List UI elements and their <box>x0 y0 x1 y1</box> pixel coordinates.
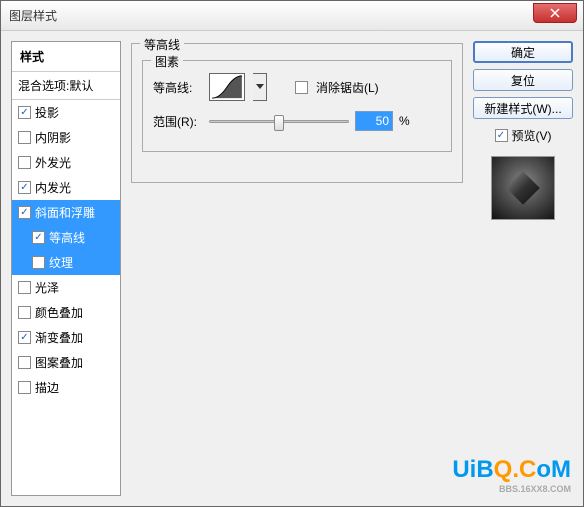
contour-row: 等高线: 消除锯齿(L) <box>153 73 441 101</box>
style-checkbox[interactable] <box>18 106 31 119</box>
style-checkbox[interactable] <box>18 281 31 294</box>
style-item-4[interactable]: 斜面和浮雕 <box>12 200 120 225</box>
style-item-label: 内发光 <box>35 179 71 196</box>
titlebar: 图层样式 <box>1 1 583 31</box>
styles-panel: 样式 混合选项:默认 投影内阴影外发光内发光斜面和浮雕等高线纹理光泽颜色叠加渐变… <box>11 41 121 496</box>
style-item-label: 等高线 <box>49 229 85 246</box>
dialog-window: 图层样式 样式 混合选项:默认 投影内阴影外发光内发光斜面和浮雕等高线纹理光泽颜… <box>0 0 584 507</box>
range-slider[interactable] <box>209 120 349 123</box>
ok-label: 确定 <box>511 44 535 61</box>
style-checkbox[interactable] <box>18 356 31 369</box>
watermark: UiBQ.CoM BBS.16XX8.COM <box>452 456 571 494</box>
preview-thumbnail <box>491 156 555 220</box>
style-checkbox[interactable] <box>32 256 45 269</box>
style-item-label: 描边 <box>35 379 59 396</box>
style-checkbox[interactable] <box>18 331 31 344</box>
style-item-7[interactable]: 光泽 <box>12 275 120 300</box>
antialias-checkbox[interactable] <box>295 81 308 94</box>
wm3: oM <box>536 456 571 483</box>
style-checkbox[interactable] <box>32 231 45 244</box>
wm2: Q.C <box>494 456 537 483</box>
style-checkbox[interactable] <box>18 381 31 394</box>
cancel-label: 复位 <box>511 72 535 89</box>
antialias-label: 消除锯齿(L) <box>316 79 379 96</box>
range-slider-thumb[interactable] <box>274 115 284 131</box>
style-item-label: 光泽 <box>35 279 59 296</box>
range-label: 范围(R): <box>153 113 201 130</box>
wm1: UiB <box>452 456 493 483</box>
ok-button[interactable]: 确定 <box>473 41 573 63</box>
contour-group: 等高线 图素 等高线: 消除锯齿(L) <box>131 43 463 183</box>
style-item-6[interactable]: 纹理 <box>12 250 120 275</box>
style-item-1[interactable]: 内阴影 <box>12 125 120 150</box>
style-checkbox[interactable] <box>18 306 31 319</box>
actions-panel: 确定 复位 新建样式(W)... 预览(V) <box>473 41 573 496</box>
wm-sub: BBS.16XX8.COM <box>452 484 571 494</box>
chevron-down-icon <box>256 84 264 90</box>
style-item-label: 外发光 <box>35 154 71 171</box>
range-unit: % <box>399 114 410 128</box>
style-checkbox[interactable] <box>18 181 31 194</box>
preview-row: 预览(V) <box>473 127 573 144</box>
contour-dropdown-arrow[interactable] <box>253 73 267 101</box>
new-style-button[interactable]: 新建样式(W)... <box>473 97 573 119</box>
style-item-10[interactable]: 图案叠加 <box>12 350 120 375</box>
range-slider-wrap: % <box>209 111 441 131</box>
contour-label: 等高线: <box>153 79 201 96</box>
close-icon <box>550 8 560 18</box>
elements-group-title: 图素 <box>151 53 183 70</box>
contour-picker[interactable] <box>209 73 245 101</box>
blend-options-item[interactable]: 混合选项:默认 <box>12 72 120 100</box>
range-input[interactable] <box>355 111 393 131</box>
style-item-9[interactable]: 渐变叠加 <box>12 325 120 350</box>
style-item-label: 颜色叠加 <box>35 304 83 321</box>
style-item-label: 斜面和浮雕 <box>35 204 95 221</box>
style-item-label: 纹理 <box>49 254 73 271</box>
style-item-3[interactable]: 内发光 <box>12 175 120 200</box>
contour-curve-icon <box>210 74 244 100</box>
settings-panel: 等高线 图素 等高线: 消除锯齿(L) <box>129 41 465 496</box>
new-style-label: 新建样式(W)... <box>484 100 561 117</box>
preview-label: 预览(V) <box>512 127 552 144</box>
window-title: 图层样式 <box>9 7 57 24</box>
range-row: 范围(R): % <box>153 111 441 131</box>
style-checkbox[interactable] <box>18 206 31 219</box>
cancel-button[interactable]: 复位 <box>473 69 573 91</box>
style-item-8[interactable]: 颜色叠加 <box>12 300 120 325</box>
preview-checkbox[interactable] <box>495 129 508 142</box>
style-item-11[interactable]: 描边 <box>12 375 120 400</box>
style-item-label: 内阴影 <box>35 129 71 146</box>
styles-list: 混合选项:默认 投影内阴影外发光内发光斜面和浮雕等高线纹理光泽颜色叠加渐变叠加图… <box>12 72 120 495</box>
styles-header: 样式 <box>12 42 120 72</box>
style-item-label: 投影 <box>35 104 59 121</box>
blend-label: 混合选项:默认 <box>18 77 93 94</box>
elements-group: 图素 等高线: 消除锯齿(L) 范围(R): <box>142 60 452 152</box>
contour-group-title: 等高线 <box>140 36 184 53</box>
style-checkbox[interactable] <box>18 156 31 169</box>
style-item-label: 渐变叠加 <box>35 329 83 346</box>
style-item-0[interactable]: 投影 <box>12 100 120 125</box>
style-item-2[interactable]: 外发光 <box>12 150 120 175</box>
close-button[interactable] <box>533 3 577 23</box>
style-checkbox[interactable] <box>18 131 31 144</box>
dialog-body: 样式 混合选项:默认 投影内阴影外发光内发光斜面和浮雕等高线纹理光泽颜色叠加渐变… <box>1 31 583 506</box>
style-item-5[interactable]: 等高线 <box>12 225 120 250</box>
style-item-label: 图案叠加 <box>35 354 83 371</box>
